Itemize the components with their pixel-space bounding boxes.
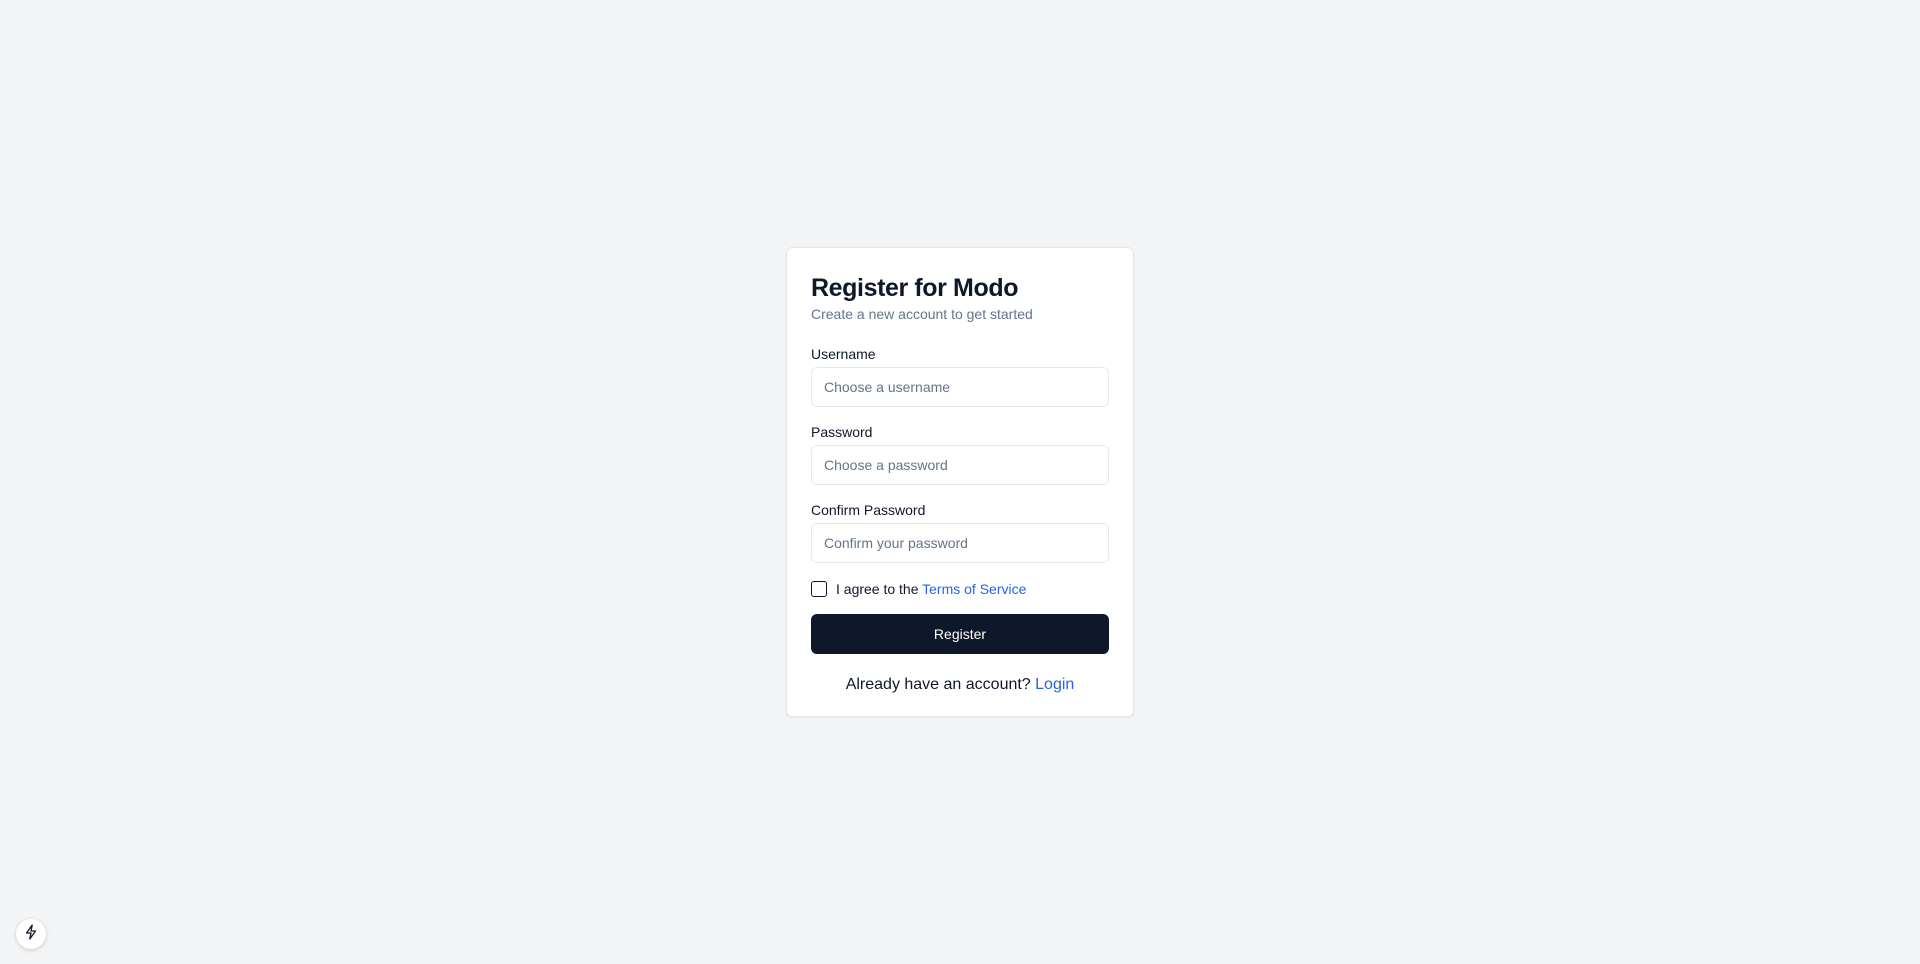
register-card: Register for Modo Create a new account t… <box>786 247 1134 717</box>
lightning-icon <box>24 923 38 945</box>
password-label: Password <box>811 424 873 440</box>
confirm-password-field-group: Confirm Password <box>811 501 1109 563</box>
page-subtitle: Create a new account to get started <box>811 306 1033 322</box>
password-field-group: Password <box>811 423 1109 485</box>
username-label: Username <box>811 346 876 362</box>
terms-text: I agree to the Terms of Service <box>836 581 1026 597</box>
register-form: Username Password Confirm Password I agr… <box>811 345 1109 654</box>
confirm-password-input[interactable] <box>811 523 1109 563</box>
username-input[interactable] <box>811 367 1109 407</box>
login-prompt-text: Already have an account? <box>845 676 1036 693</box>
confirm-password-label: Confirm Password <box>811 502 926 518</box>
page-title: Register for Modo <box>811 274 1019 302</box>
terms-checkbox[interactable] <box>811 581 827 597</box>
terms-of-service-link[interactable]: Terms of Service <box>922 581 1026 597</box>
username-field-group: Username <box>811 345 1109 407</box>
login-prompt: Already have an account? Login <box>811 673 1109 697</box>
dev-tools-badge[interactable] <box>16 919 46 949</box>
register-button[interactable]: Register <box>811 614 1109 654</box>
terms-prefix: I agree to the <box>836 581 923 597</box>
login-link[interactable]: Login <box>1035 676 1074 693</box>
terms-row: I agree to the Terms of Service <box>811 579 1109 599</box>
password-input[interactable] <box>811 445 1109 485</box>
